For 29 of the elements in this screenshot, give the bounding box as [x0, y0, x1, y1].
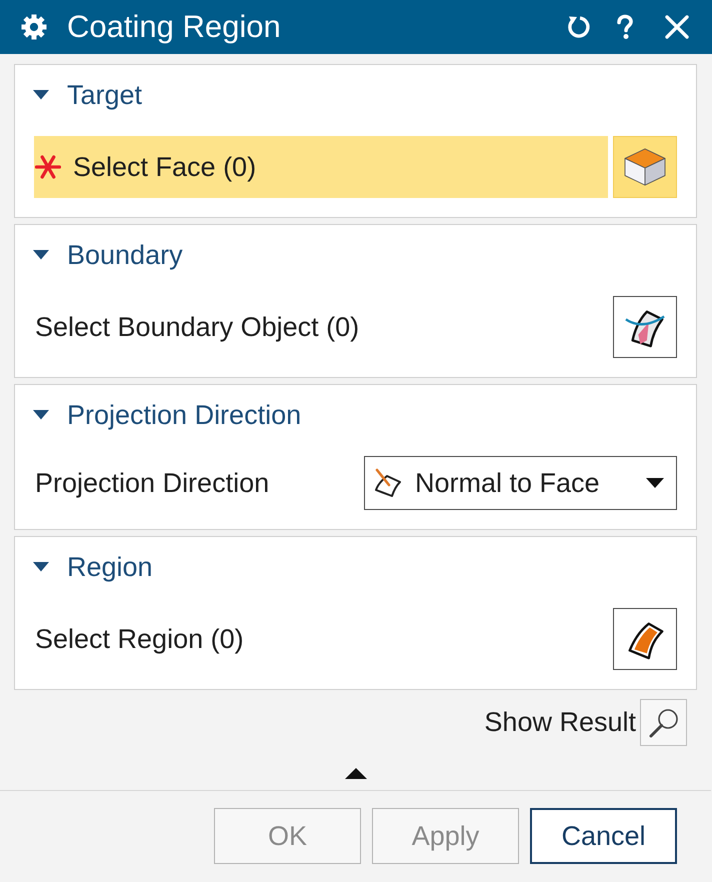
caret-up-icon[interactable]	[344, 768, 366, 779]
caret-down-icon	[646, 478, 664, 488]
preview-button[interactable]	[640, 699, 687, 746]
selection-step[interactable]: Select Region (0)	[34, 608, 244, 670]
dialog-button[interactable]: Cancel	[530, 808, 677, 864]
caret-down-icon[interactable]	[33, 410, 49, 420]
help-icon[interactable]	[614, 14, 636, 40]
caret-down-icon[interactable]	[33, 250, 49, 260]
direction-dropdown[interactable]: Normal to Face	[364, 456, 677, 510]
cube-icon	[623, 147, 667, 187]
gear-icon[interactable]	[21, 14, 47, 40]
section-header[interactable]: Target	[33, 65, 142, 125]
section-header[interactable]: Region	[33, 537, 153, 597]
selection-label: Select Boundary Object (0)	[35, 312, 360, 342]
section-header[interactable]: Boundary	[33, 225, 183, 285]
show-result-label: Show Result	[484, 707, 636, 738]
selection-step[interactable]: Select Boundary Object (0)	[34, 296, 360, 358]
field-label: Projection Direction	[34, 468, 270, 498]
reset-icon[interactable]	[566, 14, 592, 40]
selection-label: Select Face (0)	[73, 152, 256, 182]
caret-down-icon[interactable]	[33, 562, 49, 572]
selection-label: Select Region (0)	[35, 624, 244, 654]
select-object-button[interactable]	[613, 296, 677, 358]
close-icon[interactable]	[664, 14, 690, 40]
selection-step[interactable]: Select Face (0)	[34, 136, 608, 198]
caret-down-icon[interactable]	[33, 90, 49, 100]
window-title: Coating Region	[67, 9, 282, 45]
section-header[interactable]: Projection Direction	[33, 385, 302, 445]
select-object-button[interactable]	[613, 608, 677, 670]
